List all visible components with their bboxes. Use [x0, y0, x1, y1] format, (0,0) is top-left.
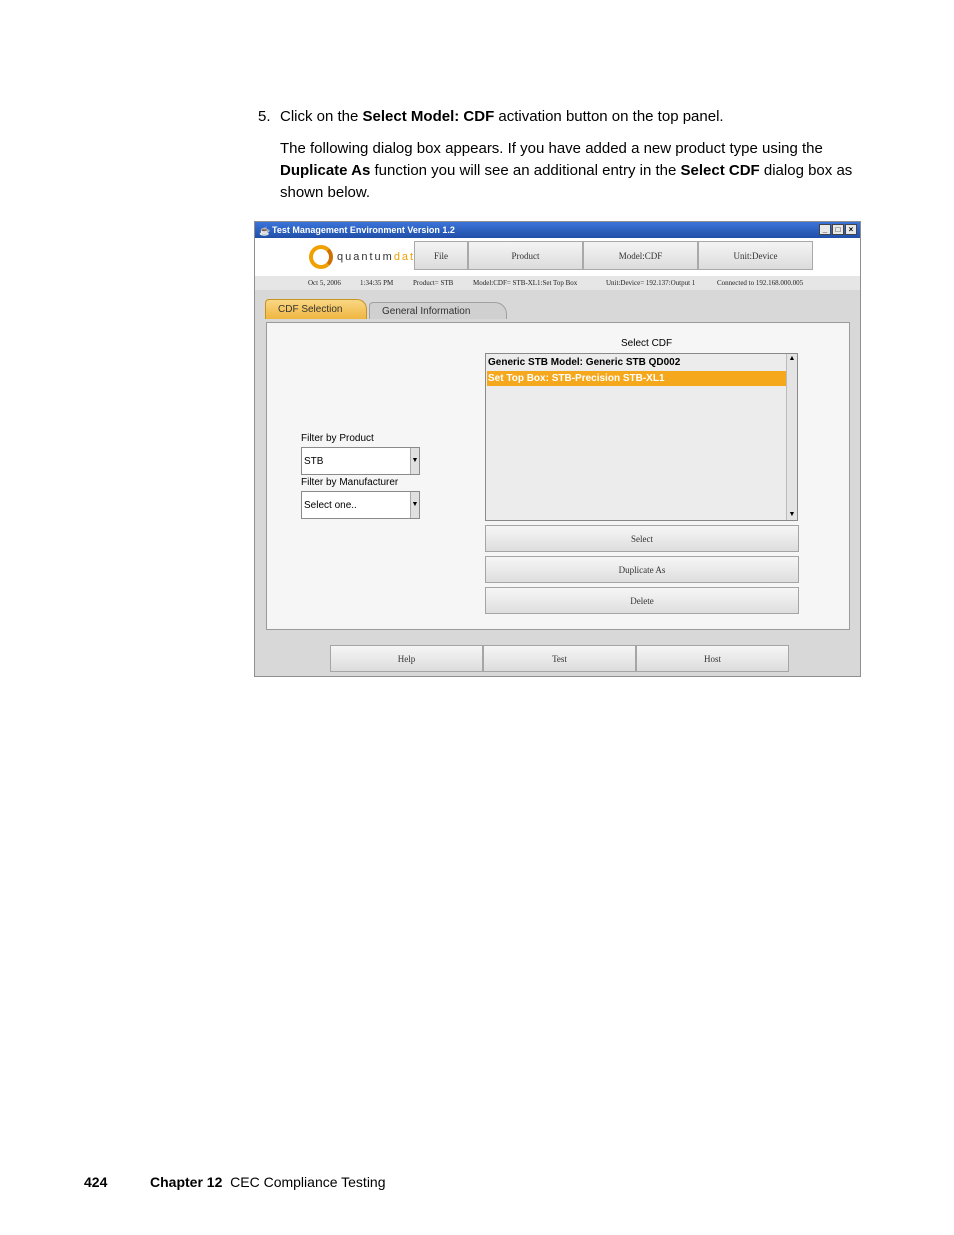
- filter-product-label: Filter by Product: [301, 433, 374, 444]
- quantumdata-logo: quantumdata: [309, 242, 423, 272]
- filter-manufacturer-value: Select one..: [304, 500, 357, 511]
- product-button[interactable]: Product: [468, 241, 583, 270]
- cdf-selection-panel: Filter by Product STB ▼ Filter by Manufa…: [266, 322, 850, 630]
- window-controls: _ □ ×: [819, 224, 857, 235]
- file-button[interactable]: File: [414, 241, 468, 270]
- java-icon: ☕: [259, 226, 271, 236]
- scroll-down-arrow-icon[interactable]: ▼: [787, 510, 797, 520]
- list-item-selected[interactable]: Set Top Box: STB-Precision STB-XL1: [487, 371, 786, 386]
- tab-general-information[interactable]: General Information: [369, 302, 507, 319]
- host-button[interactable]: Host: [636, 645, 789, 672]
- minimize-button[interactable]: _: [819, 224, 831, 235]
- list-item[interactable]: Generic STB Model: Generic STB QD002: [487, 355, 786, 370]
- chapter-title: CEC Compliance Testing: [230, 1174, 386, 1190]
- step-prefix: Click on the: [280, 108, 363, 125]
- status-time: 1:34:35 PM: [360, 279, 394, 287]
- delete-button[interactable]: Delete: [485, 587, 799, 614]
- filter-product-dropdown[interactable]: STB ▼: [301, 447, 420, 475]
- chevron-down-icon: ▼: [410, 492, 419, 518]
- logo-text: quantumdata: [337, 251, 423, 263]
- status-model: Model:CDF= STB-XL1:Set Top Box: [473, 279, 578, 287]
- status-product: Product= STB: [413, 279, 454, 287]
- title-bar: ☕ Test Management Environment Version 1.2…: [255, 222, 860, 238]
- close-button[interactable]: ×: [845, 224, 857, 235]
- chevron-down-icon: ▼: [410, 448, 419, 474]
- para-bold1: Duplicate As: [280, 162, 371, 179]
- status-unit: Unit:Device= 192.137:Output 1: [606, 279, 696, 287]
- page-number: 424: [84, 1174, 108, 1190]
- step-instruction: 5. Click on the Select Model: CDF activat…: [258, 107, 724, 127]
- scroll-up-arrow-icon[interactable]: ▲: [787, 354, 797, 364]
- status-bar: Oct 5, 2006 1:34:35 PM Product= STB Mode…: [255, 276, 860, 290]
- chapter-label: Chapter 12: [150, 1174, 223, 1190]
- filter-manufacturer-label: Filter by Manufacturer: [301, 477, 399, 488]
- logo-q-icon: [309, 245, 333, 269]
- step-suffix: activation button on the top panel.: [494, 108, 724, 125]
- help-button[interactable]: Help: [330, 645, 483, 672]
- maximize-button[interactable]: □: [832, 224, 844, 235]
- header: quantumdata File Product Model:CDF Unit:…: [255, 238, 860, 276]
- app-window: ☕ Test Management Environment Version 1.2…: [254, 221, 861, 677]
- step-number: 5.: [258, 108, 271, 125]
- step-bold: Select Model: CDF: [362, 108, 495, 125]
- description-paragraph: The following dialog box appears. If you…: [280, 138, 880, 204]
- status-connected: Connected to 192.168.000.005: [717, 279, 804, 287]
- status-date: Oct 5, 2006: [308, 279, 341, 287]
- para-part2: function you will see an additional entr…: [370, 162, 681, 179]
- para-part1: The following dialog box appears. If you…: [280, 140, 823, 157]
- para-bold2: Select CDF: [680, 162, 760, 179]
- filter-product-value: STB: [304, 456, 324, 467]
- window-title: Test Management Environment Version 1.2: [272, 225, 455, 235]
- select-cdf-label: Select CDF: [621, 338, 673, 349]
- unit-device-button[interactable]: Unit:Device: [698, 241, 813, 270]
- model-cdf-button[interactable]: Model:CDF: [583, 241, 698, 270]
- select-button[interactable]: Select: [485, 525, 799, 552]
- listbox-scrollbar[interactable]: ▲ ▼: [786, 354, 797, 520]
- filter-manufacturer-dropdown[interactable]: Select one.. ▼: [301, 491, 420, 519]
- duplicate-as-button[interactable]: Duplicate As: [485, 556, 799, 583]
- tab-cdf-selection[interactable]: CDF Selection: [265, 299, 367, 319]
- logo-text-main: quantum: [337, 251, 394, 263]
- chapter-footer: Chapter 12 CEC Compliance Testing: [150, 1173, 386, 1191]
- test-button[interactable]: Test: [483, 645, 636, 672]
- cdf-listbox[interactable]: Generic STB Model: Generic STB QD002 Set…: [485, 353, 798, 521]
